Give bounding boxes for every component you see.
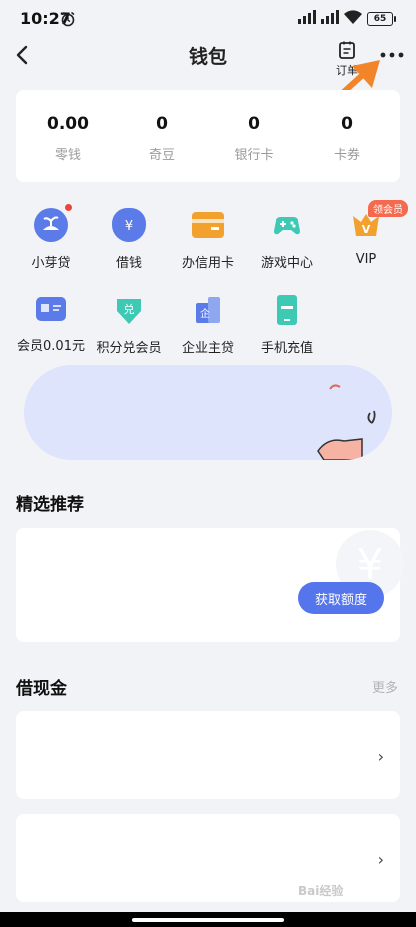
redeem-glyph: 兑 [124, 302, 135, 316]
service-label: 办信用卡 [181, 256, 234, 271]
sprout-icon [34, 204, 72, 242]
balance-label: 银行卡 [234, 148, 274, 163]
money-bag-icon: ¥ [112, 208, 146, 242]
chevron-right-icon: › [377, 747, 384, 766]
svg-text:V: V [362, 223, 371, 236]
service-label: 积分兑会员 [96, 341, 162, 356]
redeem-icon: 兑 [112, 293, 146, 327]
service-game-center[interactable]: 游戏中心 [247, 208, 327, 271]
balance-label: 奇豆 [148, 148, 175, 163]
balance-value: 0.00 [47, 114, 89, 134]
balance-value: 0 [341, 114, 353, 134]
watermark-logo: Bai经验 [298, 884, 344, 898]
gamepad-icon [270, 208, 304, 242]
enterprise-glyph: 企 [200, 307, 210, 320]
balance-card: 0.00 零钱 0 奇豆 0 银行卡 0 卡券 [16, 90, 400, 182]
service-label: 借钱 [115, 256, 142, 271]
get-quota-button[interactable]: 获取额度 [298, 582, 384, 614]
service-credit-card[interactable]: 办信用卡 [168, 208, 248, 271]
membership-card-icon [36, 297, 66, 321]
balance-qidou[interactable]: 0 奇豆 [114, 114, 210, 163]
balance-bank-card[interactable]: 0 银行卡 [206, 114, 302, 163]
signal-2-icon [321, 10, 339, 24]
promo-banner[interactable] [24, 365, 392, 460]
alarm-icon [61, 11, 75, 27]
recommend-title: 精选推荐 [16, 495, 84, 515]
service-xiaoyadai[interactable]: 小芽贷 [11, 204, 91, 271]
balance-label: 零钱 [54, 148, 81, 163]
enterprise-icon: 企 [191, 293, 225, 327]
service-label: 会员0.01元 [17, 339, 85, 354]
cash-more-link[interactable]: 更多 [372, 677, 398, 696]
service-vip[interactable]: V 领会员 VIP [326, 200, 408, 267]
svg-text:¥: ¥ [125, 219, 133, 234]
loan-card-1[interactable]: › [16, 711, 400, 799]
balance-value: 0 [156, 114, 168, 134]
service-label: 手机充值 [260, 341, 313, 356]
signal-1-icon [298, 10, 316, 24]
service-label: 小芽贷 [31, 256, 71, 271]
balance-value: 0 [248, 114, 260, 134]
service-membership[interactable]: 会员0.01元 [11, 293, 91, 354]
status-bar: 10:27 65 [0, 0, 416, 38]
battery-indicator: 65 [367, 12, 396, 26]
service-phone-recharge[interactable]: 手机充值 [247, 293, 327, 356]
service-label: 游戏中心 [260, 256, 313, 271]
banner-hand-illustration [317, 384, 376, 460]
vip-badge: 领会员 [368, 200, 408, 217]
service-enterprise-loan[interactable]: 企 企业主贷 [168, 293, 248, 356]
notification-dot [65, 204, 72, 211]
phone-recharge-icon [270, 293, 304, 327]
credit-card-icon [192, 212, 224, 238]
chevron-right-icon: › [377, 850, 384, 869]
balance-change[interactable]: 0.00 零钱 [20, 114, 116, 163]
order-list-icon [339, 41, 355, 59]
service-label: 企业主贷 [181, 341, 234, 356]
service-label: VIP [355, 252, 377, 267]
service-borrow[interactable]: ¥ 借钱 [89, 208, 169, 271]
service-points-redeem[interactable]: 兑 积分兑会员 [89, 293, 169, 356]
home-gesture-pill[interactable] [132, 918, 284, 922]
balance-coupons[interactable]: 0 卡券 [299, 114, 395, 163]
cash-title: 借现金 [16, 679, 67, 699]
wifi-icon [344, 10, 362, 24]
balance-label: 卡券 [333, 148, 360, 163]
